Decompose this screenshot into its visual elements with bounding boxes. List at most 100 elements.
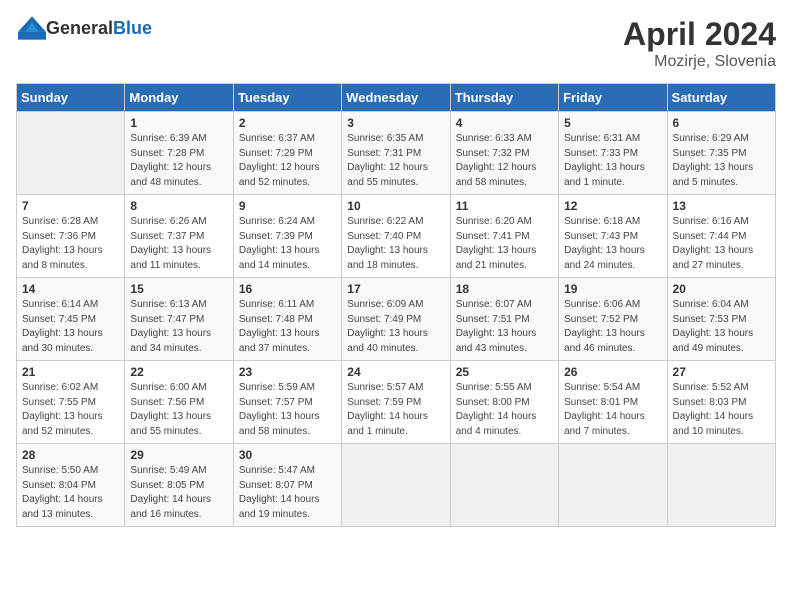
- day-info: Sunrise: 6:35 AM Sunset: 7:31 PM Dayligh…: [347, 132, 444, 190]
- day-info: Sunrise: 5:57 AM Sunset: 7:59 PM Dayligh…: [347, 381, 444, 439]
- week-row-3: 14Sunrise: 6:14 AM Sunset: 7:45 PM Dayli…: [17, 278, 776, 361]
- calendar-cell: 28Sunrise: 5:50 AM Sunset: 8:04 PM Dayli…: [17, 444, 125, 527]
- calendar-cell: [559, 444, 667, 527]
- calendar-cell: 15 Sunrise: 6:13 AM Sunset: 7:47 PM Dayli…: [125, 278, 233, 361]
- calendar-cell: [450, 444, 558, 527]
- day-info: Sunrise: 6:04 AM Sunset: 7:53 PM Dayligh…: [673, 298, 770, 356]
- day-info: Sunrise: 6:29 AM Sunset: 7:35 PM Dayligh…: [673, 132, 770, 190]
- calendar-cell: 29 Sunrise: 5:49 AM Sunset: 8:05 PM Dayli…: [125, 444, 233, 527]
- day-info: Sunrise: 6:11 AM Sunset: 7:48 PM Dayligh…: [239, 298, 336, 356]
- calendar-cell: 5 Sunrise: 6:31 AM Sunset: 7:33 PM Daylig…: [559, 112, 667, 195]
- day-info: Sunrise: 5:49 AM Sunset: 8:05 PM Dayligh…: [130, 464, 227, 522]
- calendar-cell: 22 Sunrise: 6:00 AM Sunset: 7:56 PM Dayli…: [125, 361, 233, 444]
- day-number: 2: [239, 116, 336, 130]
- header: GeneralBlue April 2024 Mozirje, Slovenia: [16, 16, 776, 71]
- day-info: Sunrise: 6:07 AM Sunset: 7:51 PM Dayligh…: [456, 298, 553, 356]
- day-number: 10: [347, 199, 444, 213]
- day-info: Sunrise: 6:20 AM Sunset: 7:41 PM Dayligh…: [456, 215, 553, 273]
- day-number: 21: [22, 365, 119, 379]
- day-number: 8: [130, 199, 227, 213]
- day-number: 11: [456, 199, 553, 213]
- calendar-cell: [342, 444, 450, 527]
- day-info: Sunrise: 6:00 AM Sunset: 7:56 PM Dayligh…: [130, 381, 227, 439]
- calendar-cell: 8 Sunrise: 6:26 AM Sunset: 7:37 PM Daylig…: [125, 195, 233, 278]
- calendar-cell: 19 Sunrise: 6:06 AM Sunset: 7:52 PM Dayli…: [559, 278, 667, 361]
- day-number: 29: [130, 448, 227, 462]
- day-info: Sunrise: 6:02 AM Sunset: 7:55 PM Dayligh…: [22, 381, 119, 439]
- calendar-cell: 16 Sunrise: 6:11 AM Sunset: 7:48 PM Dayli…: [233, 278, 341, 361]
- day-info: Sunrise: 5:54 AM Sunset: 8:01 PM Dayligh…: [564, 381, 661, 439]
- day-info: Sunrise: 5:50 AM Sunset: 8:04 PM Dayligh…: [22, 464, 119, 522]
- day-info: Sunrise: 5:47 AM Sunset: 8:07 PM Dayligh…: [239, 464, 336, 522]
- day-number: 18: [456, 282, 553, 296]
- day-number: 15: [130, 282, 227, 296]
- day-info: Sunrise: 6:37 AM Sunset: 7:29 PM Dayligh…: [239, 132, 336, 190]
- day-info: Sunrise: 6:39 AM Sunset: 7:28 PM Dayligh…: [130, 132, 227, 190]
- day-info: Sunrise: 6:18 AM Sunset: 7:43 PM Dayligh…: [564, 215, 661, 273]
- week-row-1: 1 Sunrise: 6:39 AM Sunset: 7:28 PM Daylig…: [17, 112, 776, 195]
- day-number: 17: [347, 282, 444, 296]
- calendar-cell: [17, 112, 125, 195]
- day-number: 6: [673, 116, 770, 130]
- day-info: Sunrise: 6:24 AM Sunset: 7:39 PM Dayligh…: [239, 215, 336, 273]
- day-number: 25: [456, 365, 553, 379]
- day-info: Sunrise: 6:31 AM Sunset: 7:33 PM Dayligh…: [564, 132, 661, 190]
- day-info: Sunrise: 5:52 AM Sunset: 8:03 PM Dayligh…: [673, 381, 770, 439]
- logo-icon: [18, 16, 46, 40]
- calendar-cell: 13 Sunrise: 6:16 AM Sunset: 7:44 PM Dayli…: [667, 195, 775, 278]
- day-number: 20: [673, 282, 770, 296]
- day-info: Sunrise: 6:26 AM Sunset: 7:37 PM Dayligh…: [130, 215, 227, 273]
- day-number: 1: [130, 116, 227, 130]
- weekday-header-thursday: Thursday: [450, 84, 558, 112]
- calendar-cell: 11 Sunrise: 6:20 AM Sunset: 7:41 PM Dayli…: [450, 195, 558, 278]
- calendar-cell: 18 Sunrise: 6:07 AM Sunset: 7:51 PM Dayli…: [450, 278, 558, 361]
- calendar-cell: 24 Sunrise: 5:57 AM Sunset: 7:59 PM Dayli…: [342, 361, 450, 444]
- day-info: Sunrise: 6:33 AM Sunset: 7:32 PM Dayligh…: [456, 132, 553, 190]
- calendar-cell: 6 Sunrise: 6:29 AM Sunset: 7:35 PM Daylig…: [667, 112, 775, 195]
- location: Mozirje, Slovenia: [623, 53, 776, 71]
- day-number: 12: [564, 199, 661, 213]
- calendar-cell: 17Sunrise: 6:09 AM Sunset: 7:49 PM Dayli…: [342, 278, 450, 361]
- calendar-cell: 2 Sunrise: 6:37 AM Sunset: 7:29 PM Daylig…: [233, 112, 341, 195]
- title-area: April 2024 Mozirje, Slovenia: [623, 16, 776, 71]
- day-info: Sunrise: 6:16 AM Sunset: 7:44 PM Dayligh…: [673, 215, 770, 273]
- calendar-cell: 21 Sunrise: 6:02 AM Sunset: 7:55 PM Dayli…: [17, 361, 125, 444]
- day-number: 13: [673, 199, 770, 213]
- weekday-header-friday: Friday: [559, 84, 667, 112]
- weekday-header-monday: Monday: [125, 84, 233, 112]
- day-number: 3: [347, 116, 444, 130]
- day-number: 4: [456, 116, 553, 130]
- day-number: 22: [130, 365, 227, 379]
- calendar-cell: 9Sunrise: 6:24 AM Sunset: 7:39 PM Daylig…: [233, 195, 341, 278]
- day-number: 30: [239, 448, 336, 462]
- calendar-cell: 3 Sunrise: 6:35 AM Sunset: 7:31 PM Daylig…: [342, 112, 450, 195]
- week-row-4: 21 Sunrise: 6:02 AM Sunset: 7:55 PM Dayli…: [17, 361, 776, 444]
- weekday-header-saturday: Saturday: [667, 84, 775, 112]
- calendar-table: SundayMondayTuesdayWednesdayThursdayFrid…: [16, 83, 776, 527]
- calendar-cell: 10 Sunrise: 6:22 AM Sunset: 7:40 PM Dayli…: [342, 195, 450, 278]
- weekday-header-sunday: Sunday: [17, 84, 125, 112]
- calendar-cell: 1 Sunrise: 6:39 AM Sunset: 7:28 PM Daylig…: [125, 112, 233, 195]
- day-info: Sunrise: 5:59 AM Sunset: 7:57 PM Dayligh…: [239, 381, 336, 439]
- day-number: 27: [673, 365, 770, 379]
- calendar-cell: 20 Sunrise: 6:04 AM Sunset: 7:53 PM Dayli…: [667, 278, 775, 361]
- calendar-cell: 14Sunrise: 6:14 AM Sunset: 7:45 PM Dayli…: [17, 278, 125, 361]
- logo-general: General: [46, 18, 113, 38]
- weekday-header-row: SundayMondayTuesdayWednesdayThursdayFrid…: [17, 84, 776, 112]
- day-info: Sunrise: 6:14 AM Sunset: 7:45 PM Dayligh…: [22, 298, 119, 356]
- day-number: 19: [564, 282, 661, 296]
- day-number: 5: [564, 116, 661, 130]
- calendar-cell: [667, 444, 775, 527]
- calendar-cell: 23Sunrise: 5:59 AM Sunset: 7:57 PM Dayli…: [233, 361, 341, 444]
- day-number: 24: [347, 365, 444, 379]
- day-info: Sunrise: 5:55 AM Sunset: 8:00 PM Dayligh…: [456, 381, 553, 439]
- day-number: 16: [239, 282, 336, 296]
- day-info: Sunrise: 6:06 AM Sunset: 7:52 PM Dayligh…: [564, 298, 661, 356]
- logo-blue: Blue: [113, 18, 152, 38]
- day-info: Sunrise: 6:22 AM Sunset: 7:40 PM Dayligh…: [347, 215, 444, 273]
- calendar-cell: 25 Sunrise: 5:55 AM Sunset: 8:00 PM Dayli…: [450, 361, 558, 444]
- day-info: Sunrise: 6:13 AM Sunset: 7:47 PM Dayligh…: [130, 298, 227, 356]
- day-number: 7: [22, 199, 119, 213]
- month-year: April 2024: [623, 16, 776, 53]
- calendar-cell: 26Sunrise: 5:54 AM Sunset: 8:01 PM Dayli…: [559, 361, 667, 444]
